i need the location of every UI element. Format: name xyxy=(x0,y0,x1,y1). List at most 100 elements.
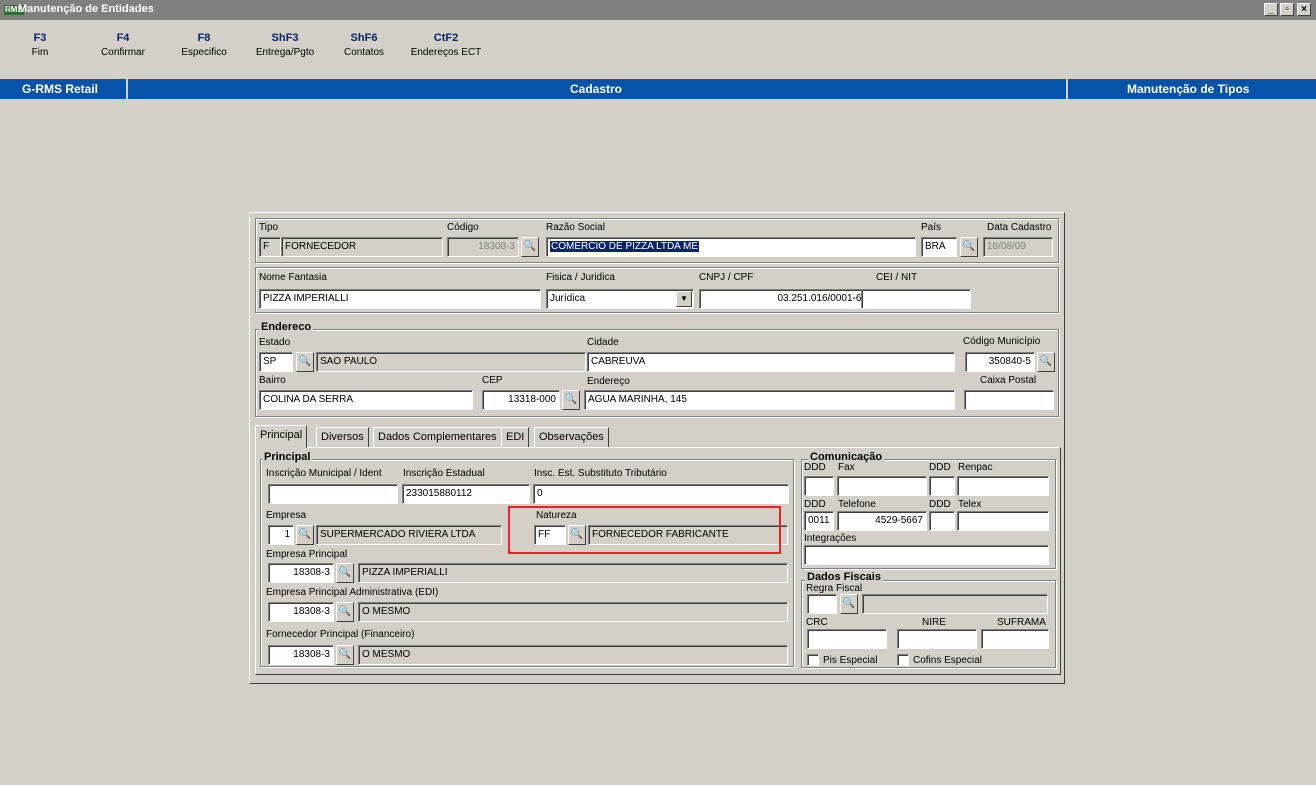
renpac-ddd-field[interactable] xyxy=(929,476,955,496)
principal-title: Principal xyxy=(262,451,313,463)
bairro-field[interactable]: COLINA DA SERRA xyxy=(259,390,473,410)
integracoes-field[interactable] xyxy=(804,545,1049,565)
dados-fiscais-title: Dados Fiscais xyxy=(805,571,883,583)
empresa-adm-label: Empresa Principal Administrativa (EDI) xyxy=(266,587,439,598)
fornecedor-principal-code-field[interactable]: 18308-3 xyxy=(268,645,334,665)
cep-field[interactable]: 13318-000 xyxy=(482,390,560,410)
tab-dados-complementares[interactable]: Dados Complementares xyxy=(373,427,502,447)
tab-diversos[interactable]: Diversos xyxy=(316,427,369,447)
regra-fiscal-field[interactable] xyxy=(807,594,837,614)
fisica-juridica-label: Fisica / Juridica xyxy=(546,272,615,283)
municipio-search-icon[interactable]: 🔍 xyxy=(1037,352,1055,372)
tipo-code-field[interactable]: F xyxy=(259,237,281,257)
nome-fantasia-field[interactable]: PIZZA IMPERIALLI xyxy=(259,289,541,309)
codigo-search-icon[interactable]: 🔍 xyxy=(521,237,539,257)
cofins-especial-label: Cofins Especial xyxy=(913,655,982,666)
fornecedor-principal-search-icon[interactable]: 🔍 xyxy=(336,645,354,665)
banner-left: G-RMS Retail xyxy=(22,82,99,96)
module-banner: G-RMS Retail Cadastro Manutenção de Tipo… xyxy=(0,79,1316,99)
tab-observacoes[interactable]: Observações xyxy=(534,427,609,447)
empresa-label: Empresa xyxy=(266,510,307,521)
telefone-ddd-field[interactable]: 0011 xyxy=(804,511,834,531)
nome-fantasia-label: Nome Fantasia xyxy=(259,272,327,283)
renpac-field[interactable] xyxy=(957,476,1049,496)
renpac-ddd-label: DDD xyxy=(929,462,951,473)
pais-search-icon[interactable]: 🔍 xyxy=(960,237,978,257)
caixa-postal-label: Caixa Postal xyxy=(980,375,1037,386)
empresa-principal-code-field[interactable]: 18308-3 xyxy=(268,563,334,583)
form-panel: Tipo F FORNECEDOR Código 18308-3 🔍 Razão… xyxy=(249,212,1065,684)
pais-field[interactable]: BRA xyxy=(921,237,957,257)
crc-field[interactable] xyxy=(807,629,887,649)
regra-fiscal-search-icon[interactable]: 🔍 xyxy=(840,594,858,614)
nire-field[interactable] xyxy=(897,629,977,649)
razao-social-field[interactable]: COMERCIO DE PIZZA LTDA ME xyxy=(546,237,916,257)
telex-ddd-field[interactable] xyxy=(929,511,955,531)
pais-label: País xyxy=(921,222,942,233)
banner-center: Cadastro xyxy=(570,82,623,96)
regra-fiscal-label: Regra Fiscal xyxy=(806,583,863,594)
telefone-field[interactable]: 4529-5667 xyxy=(837,511,927,531)
fkey-fim-button[interactable]: F3 Fim xyxy=(20,30,60,60)
fkey-entrega-button[interactable]: ShF3 Entrega/Pgto xyxy=(250,30,320,60)
cnpj-field[interactable]: 03.251.016/0001-65 xyxy=(699,289,871,309)
close-icon[interactable]: × xyxy=(1297,3,1311,16)
data-cadastro-field: 18/08/09 xyxy=(983,237,1053,257)
minimize-icon[interactable]: _ xyxy=(1264,3,1278,16)
fax-ddd-field[interactable] xyxy=(804,476,834,496)
banner-right: Manutenção de Tipos xyxy=(1127,82,1250,96)
empresa-adm-desc-field: O MESMO xyxy=(358,602,788,622)
bairro-label: Bairro xyxy=(259,375,286,386)
codigo-municipio-field[interactable]: 350840-5 xyxy=(965,352,1035,372)
fax-ddd-label: DDD xyxy=(804,462,826,473)
telex-label: Telex xyxy=(958,499,982,510)
cei-field[interactable] xyxy=(861,289,971,309)
fkey-contatos-button[interactable]: ShF6 Contatos xyxy=(337,30,391,60)
pis-especial-label: Pis Especial xyxy=(823,655,878,666)
nire-label: NIRE xyxy=(922,617,946,628)
estado-search-icon[interactable]: 🔍 xyxy=(296,352,314,372)
empresa-adm-code-field[interactable]: 18308-3 xyxy=(268,602,334,622)
empresa-principal-search-icon[interactable]: 🔍 xyxy=(336,563,354,583)
telex-field[interactable] xyxy=(957,511,1049,531)
maximize-icon[interactable]: ▫ xyxy=(1280,3,1294,16)
fisica-juridica-select[interactable]: Jurídica xyxy=(546,289,694,309)
cofins-especial-checkbox[interactable] xyxy=(897,654,909,666)
chevron-down-icon[interactable]: ▼ xyxy=(676,291,692,307)
endereco-field[interactable]: AGUA MARINHA, 145 xyxy=(584,390,955,410)
fax-label: Fax xyxy=(838,462,855,473)
codigo-label: Código xyxy=(447,222,479,233)
tipo-desc-field: FORNECEDOR xyxy=(281,237,443,257)
fkey-enderecos-button[interactable]: CtF2 Endereços ECT xyxy=(405,30,487,60)
cep-search-icon[interactable]: 🔍 xyxy=(562,390,580,410)
empresa-search-icon[interactable]: 🔍 xyxy=(296,525,314,545)
insc-municipal-field[interactable] xyxy=(268,484,398,504)
empresa-code-field[interactable]: 1 xyxy=(268,525,294,545)
fkey-especifico-button[interactable]: F8 Especifico xyxy=(175,30,233,60)
fornecedor-principal-label: Fornecedor Principal (Financeiro) xyxy=(266,629,415,640)
caixa-postal-field[interactable] xyxy=(964,390,1054,410)
empresa-adm-search-icon[interactable]: 🔍 xyxy=(336,602,354,622)
pis-especial-checkbox[interactable] xyxy=(807,654,819,666)
endereco-title: Endereco xyxy=(259,321,314,333)
cei-label: CEI / NIT xyxy=(876,272,918,283)
telefone-ddd-label: DDD xyxy=(804,499,826,510)
empresa-principal-label: Empresa Principal xyxy=(266,549,348,560)
estado-field[interactable]: SP xyxy=(259,352,293,372)
telex-ddd-label: DDD xyxy=(929,499,951,510)
renpac-label: Renpac xyxy=(958,462,993,473)
insc-substituto-field[interactable]: 0 xyxy=(533,484,789,504)
empresa-principal-desc-field: PIZZA IMPERIALLI xyxy=(358,563,788,583)
tab-edi[interactable]: EDI xyxy=(501,427,530,447)
codigo-municipio-label: Código Município xyxy=(963,336,1041,347)
cidade-field[interactable]: CABREUVA xyxy=(587,352,955,372)
fkey-confirmar-button[interactable]: F4 Confirmar xyxy=(90,30,156,60)
suframa-field[interactable] xyxy=(981,629,1049,649)
tab-principal[interactable]: Principal xyxy=(255,425,308,448)
codigo-field[interactable]: 18308-3 xyxy=(447,237,519,257)
highlight-box xyxy=(508,506,781,554)
insc-estadual-field[interactable]: 233015880112 xyxy=(402,484,530,504)
suframa-label: SUFRAMA xyxy=(997,617,1046,628)
fax-field[interactable] xyxy=(837,476,927,496)
cidade-label: Cidade xyxy=(587,337,619,348)
